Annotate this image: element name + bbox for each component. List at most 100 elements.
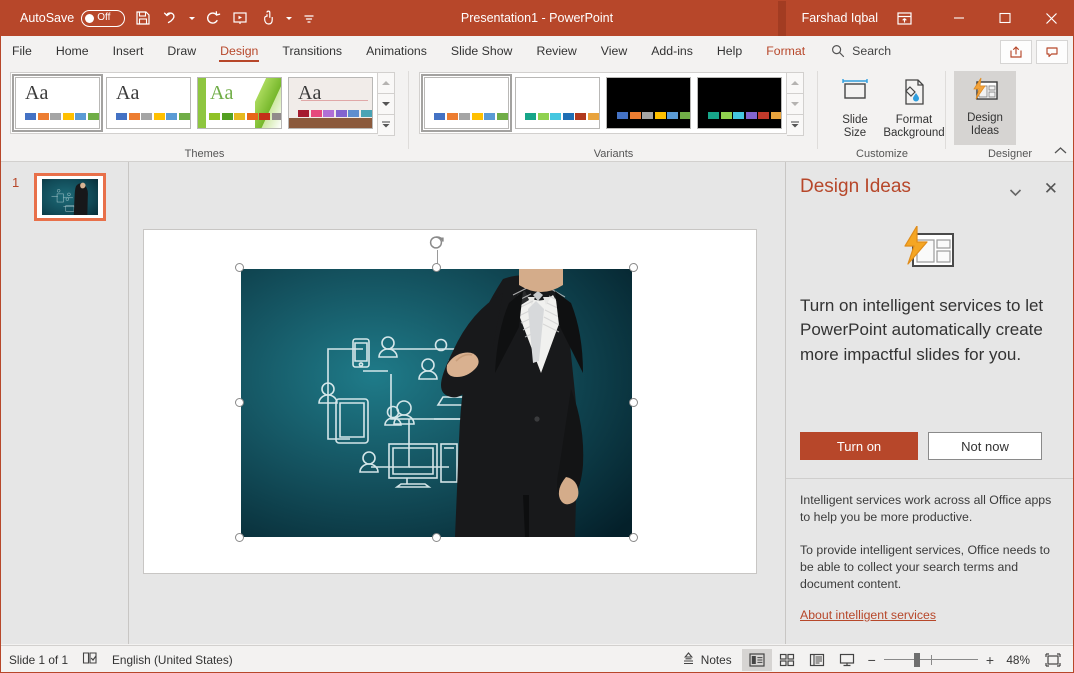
- undo-dropdown-icon[interactable]: [186, 5, 197, 31]
- format-background-button[interactable]: Format Background: [882, 71, 946, 145]
- tab-insert[interactable]: Insert: [101, 36, 156, 65]
- pane-options-chevron-down-icon[interactable]: [1009, 184, 1022, 202]
- variants-more-button[interactable]: [787, 115, 803, 135]
- touch-mode-icon[interactable]: [255, 5, 281, 31]
- slides-thumbnail-pane[interactable]: 1: [0, 162, 129, 644]
- start-from-beginning-icon[interactable]: [227, 5, 253, 31]
- save-icon[interactable]: [130, 5, 156, 31]
- zoom-slider-midpoint: [931, 655, 933, 665]
- fit-slide-to-window-button[interactable]: [1038, 649, 1068, 671]
- tab-right-buttons: [1000, 40, 1068, 64]
- turn-on-button[interactable]: Turn on: [800, 432, 918, 460]
- undo-icon[interactable]: [158, 5, 184, 31]
- tab-draw[interactable]: Draw: [155, 36, 208, 65]
- zoom-percent-label[interactable]: 48%: [1000, 653, 1030, 667]
- rotate-handle[interactable]: [429, 234, 445, 250]
- language-indicator[interactable]: English (United States): [112, 653, 233, 667]
- status-left: Slide 1 of 1 English (United States): [9, 646, 233, 673]
- slide-number-label: 1: [12, 175, 19, 190]
- zoom-in-button[interactable]: +: [986, 653, 994, 667]
- share-icon[interactable]: [1000, 40, 1032, 64]
- variants-scroll-up-button[interactable]: [787, 73, 803, 94]
- design-ideas-pane: Design Ideas ✕ Turn on intelligent servi…: [785, 162, 1074, 644]
- variant-item-2[interactable]: [515, 77, 600, 129]
- slide-surface[interactable]: [143, 229, 757, 574]
- zoom-slider-handle[interactable]: [914, 653, 920, 667]
- maximize-button[interactable]: [982, 0, 1028, 36]
- slide-size-button[interactable]: Slide Size: [824, 71, 886, 145]
- themes-gallery-scroll[interactable]: [378, 72, 395, 136]
- variant-swatches: [617, 112, 691, 119]
- ribbon-group-themes: Aa Aa Aa: [0, 65, 409, 161]
- normal-view-button[interactable]: [742, 649, 772, 671]
- theme-decoration: [255, 78, 281, 128]
- ribbon-display-options-icon[interactable]: [886, 0, 922, 36]
- themes-scroll-down-button[interactable]: [378, 94, 394, 115]
- customize-qat-icon[interactable]: [296, 5, 322, 31]
- account-name[interactable]: Farshad Iqbal: [802, 0, 878, 36]
- spell-check-icon[interactable]: [82, 651, 98, 668]
- tab-help[interactable]: Help: [705, 36, 754, 65]
- variant-swatches: [708, 112, 782, 119]
- intelligent-services-paragraph-2: To provide intelligent services, Office …: [800, 542, 1058, 593]
- autosave-label: AutoSave: [20, 11, 74, 25]
- zoom-slider[interactable]: [884, 653, 978, 667]
- search-input[interactable]: Search: [831, 36, 891, 65]
- close-pane-icon[interactable]: ✕: [1044, 180, 1058, 197]
- not-now-button[interactable]: Not now: [928, 432, 1042, 460]
- themes-gallery[interactable]: Aa Aa Aa: [10, 72, 378, 134]
- comments-icon[interactable]: [1036, 40, 1068, 64]
- about-intelligent-services-link[interactable]: About intelligent services: [800, 608, 936, 622]
- search-icon: [831, 44, 845, 58]
- collapse-ribbon-button[interactable]: [1054, 144, 1067, 158]
- tab-design[interactable]: Design: [208, 36, 270, 65]
- theme-item-1[interactable]: Aa: [15, 77, 100, 129]
- notes-label: Notes: [701, 653, 732, 667]
- tab-view[interactable]: View: [589, 36, 639, 65]
- touch-mode-dropdown-icon[interactable]: [283, 5, 294, 31]
- themes-scroll-up-button[interactable]: [378, 73, 394, 94]
- group-label-themes: Themes: [0, 148, 409, 160]
- tab-add-ins[interactable]: Add-ins: [639, 36, 705, 65]
- autosave-toggle[interactable]: Off: [81, 10, 125, 27]
- slide-image[interactable]: [241, 269, 632, 537]
- variant-item-1[interactable]: [424, 77, 509, 129]
- autosave-control[interactable]: AutoSave Off: [20, 0, 125, 36]
- variants-scroll-down-button[interactable]: [787, 94, 803, 115]
- slide-show-view-button[interactable]: [832, 649, 862, 671]
- slide-sorter-view-button[interactable]: [772, 649, 802, 671]
- slide-indicator[interactable]: Slide 1 of 1: [9, 653, 68, 667]
- theme-decoration: [301, 100, 368, 101]
- theme-aa-label: Aa: [210, 83, 233, 103]
- group-label-customize: Customize: [818, 148, 946, 160]
- redo-icon[interactable]: [199, 5, 225, 31]
- notes-button[interactable]: Notes: [672, 649, 742, 671]
- tab-home[interactable]: Home: [44, 36, 101, 65]
- ribbon: Aa Aa Aa: [0, 65, 1074, 162]
- tab-file[interactable]: File: [0, 36, 44, 65]
- tab-transitions[interactable]: Transitions: [270, 36, 354, 65]
- reading-view-button[interactable]: [802, 649, 832, 671]
- variant-swatches: [525, 113, 599, 120]
- zoom-out-button[interactable]: −: [868, 653, 876, 667]
- variant-item-4[interactable]: [697, 77, 782, 129]
- tab-review[interactable]: Review: [524, 36, 588, 65]
- slide-canvas-area: [129, 162, 785, 644]
- tab-format[interactable]: Format: [754, 36, 817, 65]
- tab-animations[interactable]: Animations: [354, 36, 439, 65]
- variants-gallery-scroll[interactable]: [787, 72, 804, 136]
- variant-item-3[interactable]: [606, 77, 691, 129]
- design-ideas-button[interactable]: Design Ideas: [954, 71, 1016, 145]
- close-button[interactable]: [1028, 0, 1074, 36]
- minimize-button[interactable]: [936, 0, 982, 36]
- slide-thumbnail-1[interactable]: [34, 173, 106, 221]
- powerpoint-window: AutoSave Off: [0, 0, 1074, 673]
- variants-gallery[interactable]: [419, 72, 787, 134]
- theme-item-3[interactable]: Aa: [197, 77, 282, 129]
- theme-item-2[interactable]: Aa: [106, 77, 191, 129]
- search-label: Search: [852, 44, 891, 58]
- themes-more-button[interactable]: [378, 115, 394, 135]
- theme-item-4[interactable]: Aa: [288, 77, 373, 129]
- theme-swatches: [298, 110, 372, 117]
- tab-slide-show[interactable]: Slide Show: [439, 36, 525, 65]
